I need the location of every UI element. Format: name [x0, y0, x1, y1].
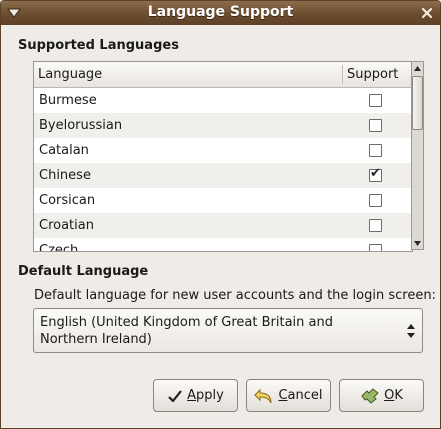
language-row[interactable]: Byelorussian [34, 113, 412, 138]
column-header-language[interactable]: Language [38, 67, 102, 82]
support-checkbox[interactable] [369, 194, 382, 207]
language-name: Czech [39, 243, 79, 252]
ok-button[interactable]: OK [339, 379, 424, 412]
undo-arrow-icon [254, 387, 274, 405]
close-icon[interactable] [418, 4, 436, 22]
checkmark-icon [167, 388, 183, 404]
language-row[interactable]: Czech [34, 238, 412, 252]
list-scrollbar[interactable] [411, 61, 424, 250]
language-name: Byelorussian [39, 118, 123, 133]
support-checkbox[interactable] [369, 144, 382, 157]
list-header: Language Support [34, 62, 412, 88]
scroll-up-icon[interactable] [412, 62, 423, 74]
language-row[interactable]: Chinese ✔ [34, 163, 412, 188]
title-bar[interactable]: Language Support [1, 1, 440, 25]
language-row[interactable]: Croatian [34, 213, 412, 238]
column-separator [342, 65, 343, 84]
cancel-button[interactable]: Cancel [246, 379, 331, 412]
select-arrows-icon [406, 322, 416, 340]
apply-label: Apply [187, 388, 224, 403]
default-language-description: Default language for new user accounts a… [34, 288, 436, 303]
language-row[interactable]: Catalan [34, 138, 412, 163]
language-name: Corsican [39, 193, 96, 208]
language-name: Burmese [39, 93, 97, 108]
selected-language: English (United Kingdom of Great Britain… [40, 315, 333, 347]
support-checkbox[interactable] [369, 244, 382, 251]
language-name: Catalan [39, 143, 89, 158]
cancel-label: Cancel [278, 388, 323, 403]
language-row[interactable]: Burmese [34, 88, 412, 113]
language-list[interactable]: Language Support Burmese Byelorussian Cata… [33, 61, 413, 252]
apply-button[interactable]: Apply [153, 379, 238, 412]
language-rows: Burmese Byelorussian Catalan Chinese ✔ Corsic… [34, 88, 412, 252]
ok-label: OK [384, 388, 403, 403]
language-support-dialog: Language Support Supported Languages Lan… [0, 0, 441, 429]
scroll-down-icon[interactable] [412, 237, 423, 249]
supported-languages-heading: Supported Languages [18, 38, 179, 53]
support-checkbox[interactable] [369, 119, 382, 132]
default-language-select[interactable]: English (United Kingdom of Great Britain… [33, 308, 423, 353]
language-name: Chinese [39, 168, 91, 183]
window-title: Language Support [147, 4, 294, 20]
default-language-heading: Default Language [18, 264, 149, 279]
support-checkbox[interactable] [369, 94, 382, 107]
language-row[interactable]: Corsican [34, 188, 412, 213]
checkmark-icon: ✔ [370, 166, 381, 181]
support-checkbox[interactable]: ✔ [369, 166, 382, 182]
column-header-support[interactable]: Support [347, 67, 398, 82]
ok-hand-icon [360, 387, 380, 405]
support-checkbox[interactable] [369, 219, 382, 232]
scrollbar-thumb[interactable] [412, 76, 423, 130]
language-name: Croatian [39, 218, 94, 233]
